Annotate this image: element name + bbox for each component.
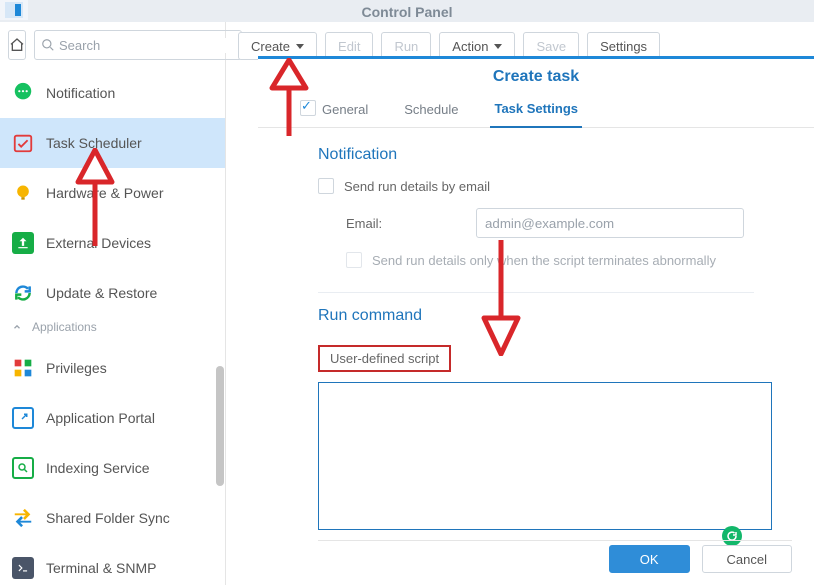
terminal-icon	[12, 557, 34, 579]
sidebar-item-label: Shared Folder Sync	[46, 510, 170, 526]
checkbox-send-details[interactable]	[318, 178, 334, 194]
label-email: Email:	[346, 216, 466, 231]
tabs: General Schedule Task Settings	[258, 94, 814, 128]
sidebar-nav: Notification Task Scheduler Hardware & P…	[0, 68, 225, 310]
sidebar-item-label: Privileges	[46, 360, 107, 376]
label-send-details: Send run details by email	[344, 179, 490, 194]
label-abnormal-only: Send run details only when the script te…	[372, 253, 716, 268]
sidebar-item-terminal-snmp[interactable]: Terminal & SNMP	[0, 543, 225, 585]
window-icon	[0, 0, 28, 20]
home-button[interactable]	[8, 30, 26, 60]
label-user-defined-script: User-defined script	[318, 345, 451, 372]
email-input[interactable]	[476, 208, 744, 238]
window-titlebar: Control Panel	[0, 0, 814, 22]
sidebar-item-notification[interactable]: Notification	[0, 68, 225, 118]
grammarly-icon[interactable]	[722, 526, 742, 546]
sidebar-item-indexing-service[interactable]: Indexing Service	[0, 443, 225, 493]
section-label: Applications	[32, 320, 97, 334]
caret-down-icon	[494, 44, 502, 49]
window-title: Control Panel	[361, 4, 452, 20]
ok-button[interactable]: OK	[609, 545, 690, 573]
panel-title: Create task	[258, 56, 814, 94]
refresh-icon	[12, 282, 34, 304]
tab-schedule[interactable]: Schedule	[400, 102, 462, 127]
tab-task-settings[interactable]: Task Settings	[490, 101, 582, 128]
sidebar-item-label: Task Scheduler	[46, 135, 142, 151]
search-input[interactable]	[59, 38, 235, 53]
create-task-panel: Create task General Schedule Task Settin…	[258, 56, 814, 585]
grid-icon	[12, 357, 34, 379]
sync-arrows-icon	[12, 507, 34, 529]
section-notification-heading: Notification	[318, 146, 754, 164]
sidebar-item-label: Indexing Service	[46, 460, 150, 476]
search-input-wrap[interactable]	[34, 30, 242, 60]
checkbox-abnormal-only	[346, 252, 362, 268]
magnifier-icon	[12, 457, 34, 479]
sidebar-item-label: Update & Restore	[46, 285, 157, 301]
speech-bubble-icon	[12, 82, 34, 104]
sidebar-apps: Privileges Application Portal Indexing S…	[0, 343, 225, 585]
bulb-icon	[12, 182, 34, 204]
sidebar-item-label: Application Portal	[46, 410, 155, 426]
sidebar-item-task-scheduler[interactable]: Task Scheduler	[0, 118, 225, 168]
external-link-icon	[12, 407, 34, 429]
search-icon	[41, 38, 55, 52]
cancel-button[interactable]: Cancel	[702, 545, 792, 573]
sidebar-item-external-devices[interactable]: External Devices	[0, 218, 225, 268]
sidebar-item-label: Notification	[46, 85, 115, 101]
chevron-up-icon	[12, 322, 22, 332]
sidebar-section-applications[interactable]: Applications	[0, 310, 225, 343]
section-run-command-heading: Run command	[318, 307, 754, 325]
calendar-check-icon	[12, 132, 34, 154]
sidebar-item-label: Hardware & Power	[46, 185, 164, 201]
caret-down-icon	[296, 44, 304, 49]
sidebar-item-label: Terminal & SNMP	[46, 560, 156, 576]
sidebar-item-application-portal[interactable]: Application Portal	[0, 393, 225, 443]
upload-icon	[12, 232, 34, 254]
panel-footer: OK Cancel	[609, 545, 792, 573]
sidebar-item-update-restore[interactable]: Update & Restore	[0, 268, 225, 310]
enabled-checkbox[interactable]	[300, 100, 316, 116]
script-textarea[interactable]	[318, 382, 772, 530]
footer-divider	[318, 540, 792, 541]
tab-general[interactable]: General	[318, 102, 372, 127]
content-area: Create Edit Run Action Save Settings Cre…	[226, 22, 814, 585]
home-icon	[9, 37, 25, 53]
sidebar-scrollbar[interactable]	[216, 366, 224, 546]
sidebar-item-privileges[interactable]: Privileges	[0, 343, 225, 393]
sidebar-item-label: External Devices	[46, 235, 151, 251]
sidebar-item-hardware-power[interactable]: Hardware & Power	[0, 168, 225, 218]
sidebar: Notification Task Scheduler Hardware & P…	[0, 22, 226, 585]
sidebar-item-shared-folder-sync[interactable]: Shared Folder Sync	[0, 493, 225, 543]
